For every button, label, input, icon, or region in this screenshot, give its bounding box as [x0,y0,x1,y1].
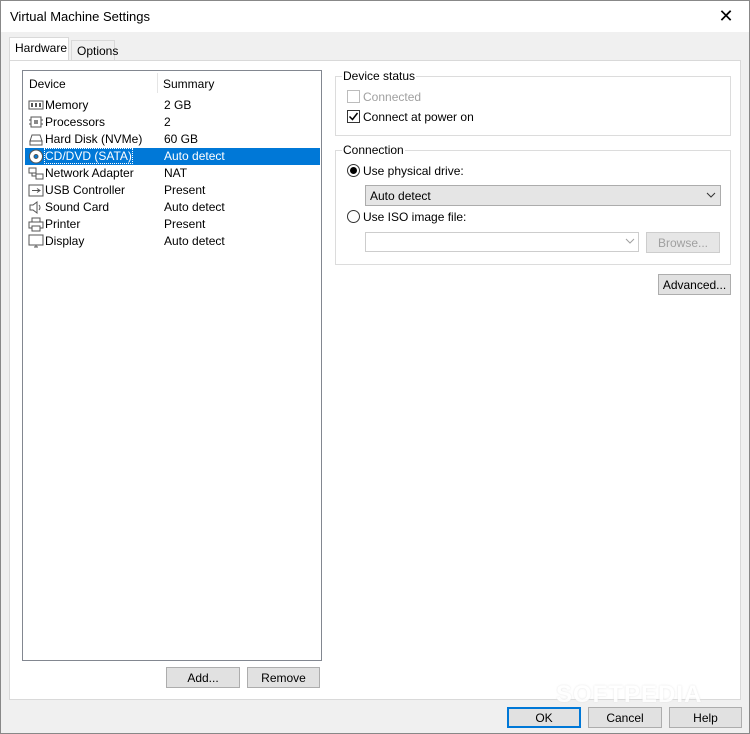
device-list[interactable]: Device Summary Memory 2 GB Processors 2 … [22,70,322,661]
printer-icon [28,217,44,232]
device-summary: Auto detect [164,234,225,248]
connection-group: Connection Use physical drive: Auto dete… [335,143,731,265]
device-row-usb-controller[interactable]: USB Controller Present [25,182,320,199]
physical-drive-value: Auto detect [370,189,431,203]
column-separator [157,73,158,93]
device-summary: 2 [164,115,171,129]
speaker-icon [29,201,41,214]
connect-at-power-on-checkbox[interactable] [347,110,360,123]
watermark-text: SOFTPEDIA [556,681,703,708]
chevron-down-icon [625,238,635,244]
chevron-down-icon [706,192,716,198]
device-name: Processors [45,115,106,129]
hardware-panel: Device Summary Memory 2 GB Processors 2 … [9,60,741,700]
connect-at-power-on-label: Connect at power on [363,110,474,124]
device-status-legend: Device status [342,69,417,83]
device-name: CD/DVD (SATA) [44,148,133,164]
tab-hardware[interactable]: Hardware [9,37,69,60]
column-header-summary[interactable]: Summary [163,77,214,91]
tab-options[interactable]: Options [71,40,118,61]
iso-path-combo[interactable] [365,232,639,252]
device-name: Memory [45,98,89,112]
radio-dot [350,167,357,174]
device-summary: 2 GB [164,98,192,112]
ok-button[interactable]: OK [507,707,581,728]
device-summary: NAT [164,166,188,180]
close-icon: ✕ [718,6,734,26]
device-row-network-adapter[interactable]: Network Adapter NAT [25,165,320,182]
column-header-device[interactable]: Device [29,77,66,91]
remove-device-button[interactable]: Remove [247,667,320,688]
device-summary: Present [164,183,206,197]
device-row-processors[interactable]: Processors 2 [25,114,320,131]
use-iso-image-label: Use ISO image file: [363,210,467,224]
processor-icon [29,116,43,128]
device-row-printer[interactable]: Printer Present [25,216,320,233]
connected-label: Connected [363,90,422,104]
device-summary: Auto detect [164,200,225,214]
window-title: Virtual Machine Settings [10,9,150,24]
device-name: Network Adapter [45,166,134,180]
device-name: Printer [45,217,81,231]
cancel-button[interactable]: Cancel [588,707,662,728]
advanced-button[interactable]: Advanced... [658,274,731,295]
title-bar: Virtual Machine Settings ✕ [1,1,749,32]
hard-disk-icon [29,134,43,146]
physical-drive-select[interactable]: Auto detect [365,185,721,206]
device-summary: Present [164,217,206,231]
browse-button[interactable]: Browse... [646,232,720,253]
use-iso-image-radio[interactable] [347,210,360,223]
help-button[interactable]: Help [669,707,742,728]
connected-checkbox[interactable] [347,90,360,103]
device-row-hard-disk[interactable]: Hard Disk (NVMe) 60 GB [25,131,320,148]
device-name: Sound Card [45,200,110,214]
settings-window: Virtual Machine Settings ✕ Hardware Opti… [0,0,750,734]
checkmark-icon [348,112,359,121]
close-button[interactable]: ✕ [703,1,749,32]
device-row-cd-dvd[interactable]: CD/DVD (SATA) Auto detect [25,148,320,165]
device-summary: 60 GB [164,132,199,146]
device-row-sound-card[interactable]: Sound Card Auto detect [25,199,320,216]
use-physical-drive-label: Use physical drive: [363,164,464,178]
device-row-memory[interactable]: Memory 2 GB [25,97,320,114]
device-list-header: Device Summary [23,71,321,95]
device-name: USB Controller [45,183,126,197]
usb-icon [28,184,44,197]
network-adapter-icon [28,167,44,180]
use-physical-drive-radio[interactable] [347,164,360,177]
monitor-icon [28,234,44,248]
memory-icon [28,100,44,110]
add-device-button[interactable]: Add... [166,667,240,688]
cd-dvd-icon [29,149,43,164]
connection-legend: Connection [342,143,405,157]
device-row-display[interactable]: Display Auto detect [25,233,320,250]
device-status-group: Device status Connected Connect at power… [335,69,731,136]
device-summary: Auto detect [164,149,225,163]
device-name: Display [45,234,85,248]
device-name: Hard Disk (NVMe) [45,132,143,146]
